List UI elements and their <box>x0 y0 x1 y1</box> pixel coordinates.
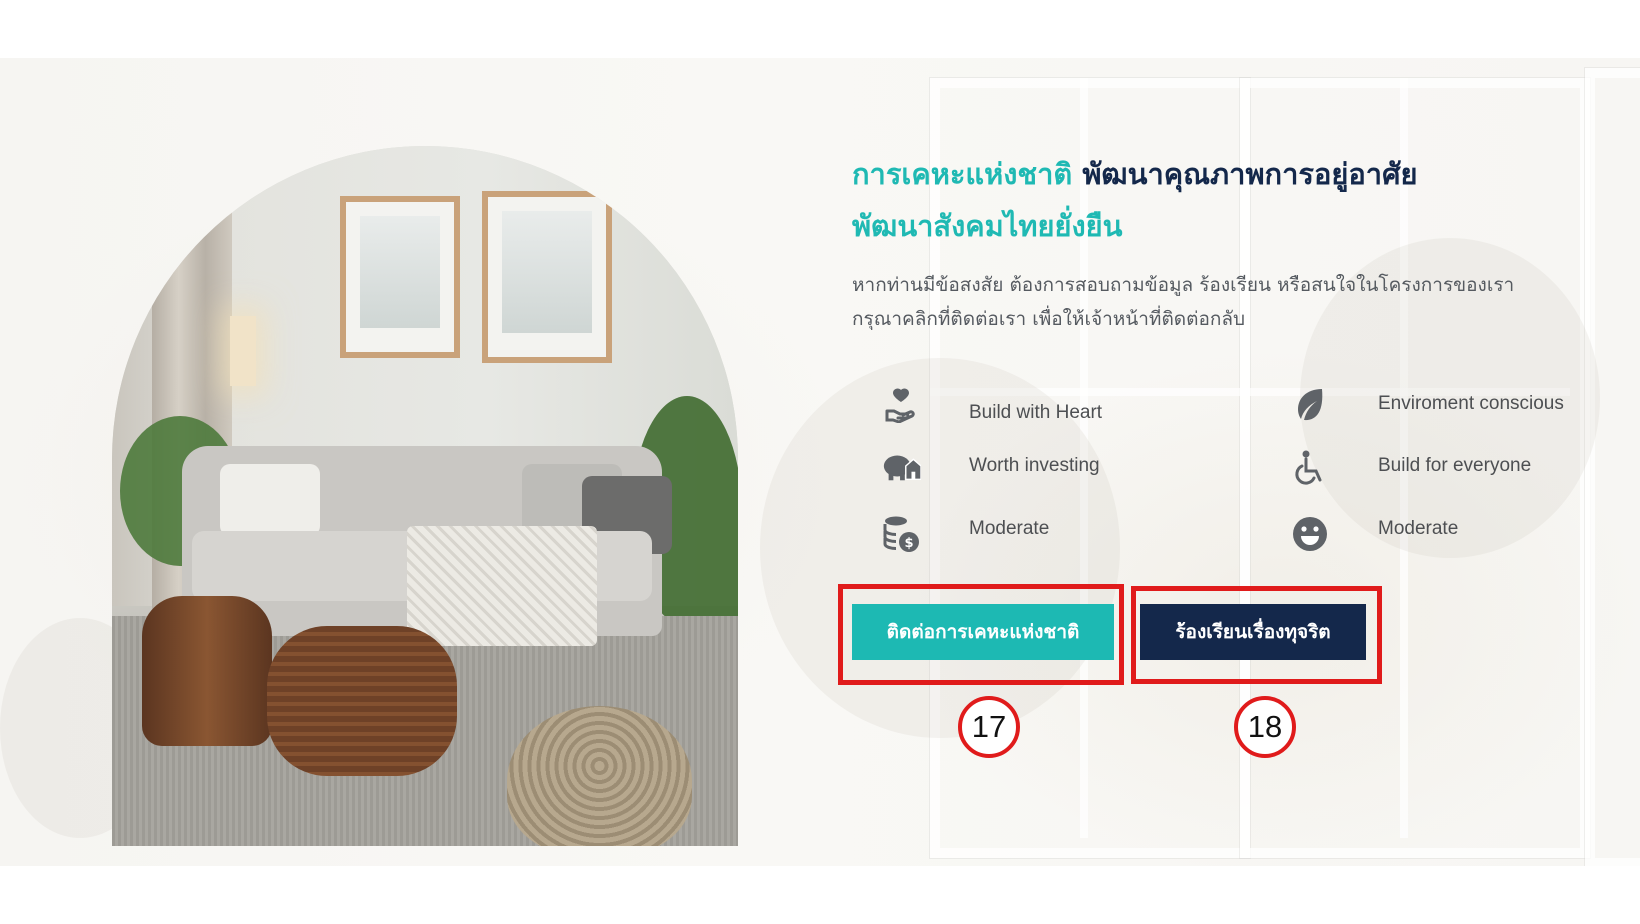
feature-label: Moderate <box>969 518 1050 539</box>
feature-moderate-satisfaction <box>1290 514 1330 554</box>
svg-text:$: $ <box>904 536 913 551</box>
leaf-icon <box>1290 385 1330 425</box>
wheelchair-icon <box>1290 448 1330 488</box>
page-heading: การเคหะแห่งชาติ พัฒนาคุณภาพการอยู่อาศัย … <box>852 148 1612 252</box>
feature-label: Build with Heart <box>969 402 1103 423</box>
piggy-bank-house-icon <box>881 446 921 486</box>
feature-worth-investing <box>881 446 921 486</box>
feature-build-with-heart <box>881 385 921 425</box>
description: หากท่านมีข้อสงสัย ต้องการสอบถามข้อมูล ร้… <box>852 268 1592 336</box>
feature-label: Worth investing <box>969 455 1100 476</box>
feature-environment <box>1290 385 1330 425</box>
feature-label: Moderate <box>1378 518 1459 539</box>
feature-moderate-cost: $ <box>881 514 921 554</box>
annotation-badge: 18 <box>1234 696 1296 758</box>
annotation-badge: 17 <box>958 696 1020 758</box>
description-line-1: หากท่านมีข้อสงสัย ต้องการสอบถามข้อมูล ร้… <box>852 274 1515 296</box>
smiley-icon <box>1290 514 1330 554</box>
feature-label: Enviroment conscious <box>1378 393 1564 414</box>
feature-build-for-everyone <box>1290 448 1330 488</box>
living-room-photo <box>112 146 738 846</box>
description-line-2: กรุณาคลิกที่ติดต่อเรา เพื่อให้เจ้าหน้าที… <box>852 308 1246 330</box>
coins-icon: $ <box>881 514 921 554</box>
heading-navy: พัฒนาคุณภาพการอยู่อาศัย <box>1082 157 1418 191</box>
report-corruption-button[interactable]: ร้องเรียนเรื่องทุจริต <box>1140 604 1366 660</box>
contact-nha-button[interactable]: ติดต่อการเคหะแห่งชาติ <box>852 604 1114 660</box>
heading-teal: การเคหะแห่งชาติ <box>852 157 1073 191</box>
heading-subtitle: พัฒนาสังคมไทยยั่งยืน <box>852 209 1123 243</box>
feature-label: Build for everyone <box>1378 455 1532 476</box>
heart-hand-icon <box>881 385 921 425</box>
